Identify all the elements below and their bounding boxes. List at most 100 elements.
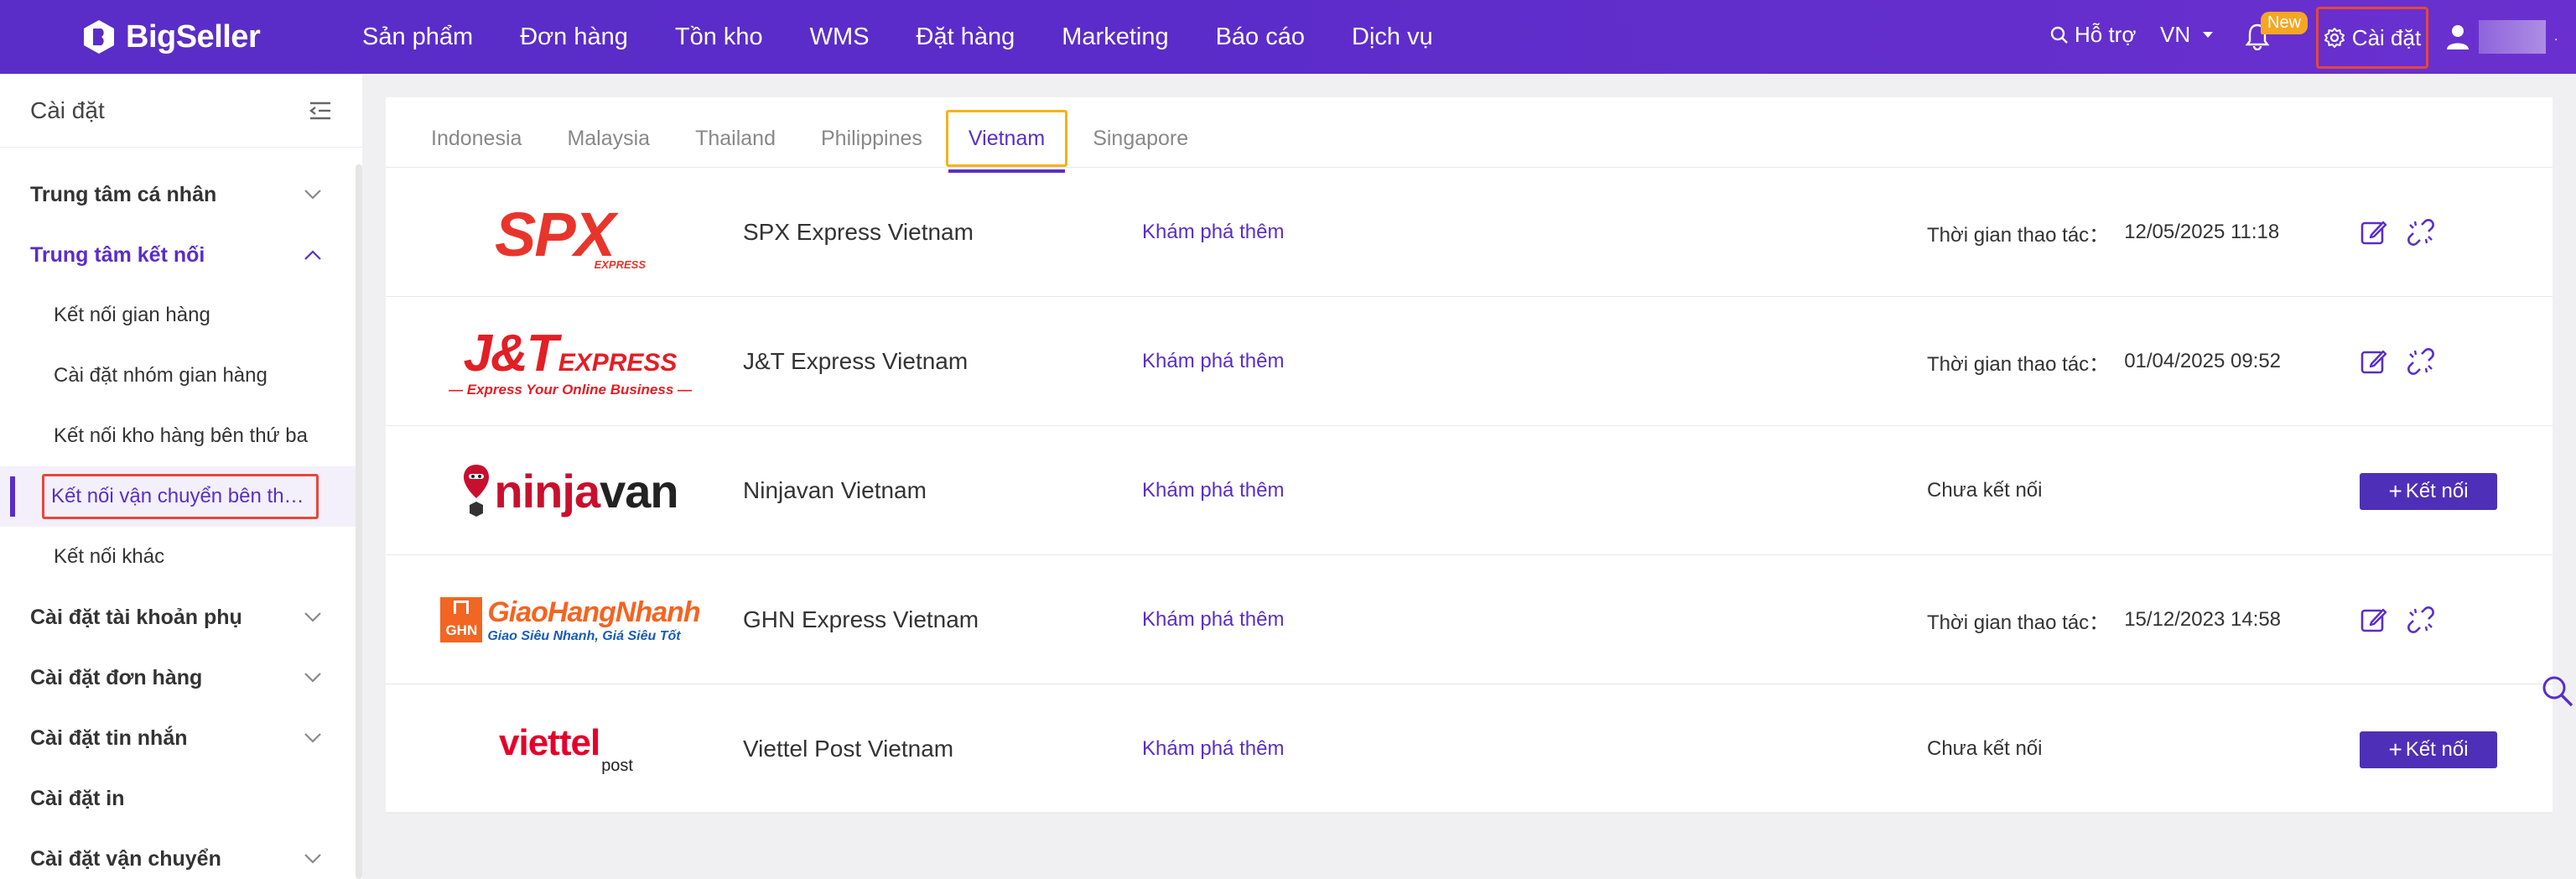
support-label: Hỗ trợ xyxy=(2075,22,2137,47)
caret-down-icon xyxy=(2203,31,2214,38)
ghn-logo-sub: Giao Siêu Nhanh, Giá Siêu Tốt xyxy=(487,628,681,643)
language-selector[interactable]: VN xyxy=(2160,22,2214,48)
settings-label: Cài đặt xyxy=(2351,24,2422,50)
jt-logo-tagline: — Express Your Online Business — xyxy=(448,382,693,398)
top-navigation-bar: BigSeller Sản phẩm Đơn hàng Tồn kho WMS … xyxy=(0,0,2576,74)
jt-logo-main: J&T xyxy=(463,325,558,382)
explore-link[interactable]: Khám phá thêm xyxy=(1142,684,1284,814)
logo-text: BigSeller xyxy=(126,18,261,55)
tab-philippines[interactable]: Philippines xyxy=(821,110,922,167)
new-badge: New xyxy=(2261,12,2309,34)
sidebar-item-subaccount-settings[interactable]: Cài đặt tài khoản phụ xyxy=(0,587,356,648)
edit-icon[interactable] xyxy=(2360,218,2388,247)
sidebar-item-message-settings[interactable]: Cài đặt tin nhắn xyxy=(0,708,356,768)
sidebar-subitem-label: Kết nối kho hàng bên thứ ba xyxy=(54,424,308,447)
gear-icon xyxy=(2324,28,2345,48)
unlink-icon[interactable] xyxy=(2407,606,2435,634)
row-actions xyxy=(2360,168,2435,297)
jt-logo-sub: EXPRESS xyxy=(558,349,678,377)
sidebar-item-label: Cài đặt vận chuyển xyxy=(30,846,221,871)
sidebar-item-order-settings[interactable]: Cài đặt đơn hàng xyxy=(0,648,356,708)
nav-products[interactable]: Sản phẩm xyxy=(362,23,473,51)
carrier-name: GHN Express Vietnam xyxy=(743,606,979,632)
operation-time: 01/04/2025 09:52 xyxy=(2124,350,2282,372)
edit-icon[interactable] xyxy=(2360,606,2388,634)
chevron-down-icon xyxy=(304,673,321,683)
settings-button[interactable]: Cài đặt xyxy=(2316,7,2428,69)
edit-icon[interactable] xyxy=(2360,347,2388,376)
sidebar-title: Cài đặt xyxy=(30,96,105,123)
carrier-name: Viettel Post Vietnam xyxy=(743,736,954,762)
row-actions xyxy=(2360,555,2435,684)
sidebar-item-personal-center[interactable]: Trung tâm cá nhân xyxy=(0,164,356,225)
sidebar-item-label: Cài đặt tin nhắn xyxy=(30,726,188,750)
operation-time: 15/12/2023 14:58 xyxy=(2124,608,2282,631)
tab-vietnam[interactable]: Vietnam xyxy=(945,110,1068,173)
carrier-name: Ninjavan Vietnam xyxy=(743,477,927,503)
sidebar-subitem-store-connection[interactable]: Kết nối gian hàng xyxy=(0,285,356,346)
bigseller-logo[interactable]: BigSeller xyxy=(80,17,261,57)
ninjavan-logo-main-b: van xyxy=(600,464,678,518)
connect-label: Kết nối xyxy=(2405,738,2469,761)
ninja-mascot-icon xyxy=(464,465,490,517)
user-menu[interactable]: . xyxy=(2445,20,2558,54)
support-link[interactable]: Hỗ trợ xyxy=(2049,22,2136,48)
nav-wms[interactable]: WMS xyxy=(810,23,870,51)
sidebar-item-label: Cài đặt in xyxy=(30,786,125,810)
operation-time: 12/05/2025 11:18 xyxy=(2124,221,2280,243)
plus-icon: + xyxy=(2388,478,2402,504)
sidebar-subitem-third-party-shipping[interactable]: Kết nối vận chuyển bên thứ ba xyxy=(0,466,356,527)
connect-button[interactable]: + Kết nối xyxy=(2360,473,2497,510)
status-label: Thời gian thao tác： xyxy=(1927,352,2110,376)
sidebar-subitem-other-connection[interactable]: Kết nối khác xyxy=(0,527,356,587)
settings-sidebar: Cài đặt Trung tâm cá nhân Trung tâm kết … xyxy=(0,74,362,879)
nav-purchase[interactable]: Đặt hàng xyxy=(917,23,1015,51)
sidebar-menu: Trung tâm cá nhân Trung tâm kết nối Kết … xyxy=(0,164,356,879)
ghn-logo-main: GiaoHangNhanh xyxy=(487,596,700,628)
nav-services[interactable]: Dịch vụ xyxy=(1352,23,1433,51)
connect-button[interactable]: + Kết nối xyxy=(2360,731,2497,768)
chevron-down-icon xyxy=(304,190,321,200)
ghn-logo: GHN GiaoHangNhanh Giao Siêu Nhanh, Giá S… xyxy=(440,572,701,668)
nav-reports[interactable]: Báo cáo xyxy=(1216,23,1305,51)
nav-marketing[interactable]: Marketing xyxy=(1062,23,1168,51)
carrier-row-spx: SPX EXPRESS SPX Express Vietnam Khám phá… xyxy=(386,168,2553,297)
row-actions xyxy=(2360,297,2435,426)
sidebar-item-connection-center[interactable]: Trung tâm kết nối xyxy=(0,225,356,285)
tab-singapore[interactable]: Singapore xyxy=(1093,110,1188,167)
sidebar-item-label: Cài đặt đơn hàng xyxy=(30,665,203,689)
sidebar-scrollbar[interactable] xyxy=(356,164,362,879)
spx-logo: SPX EXPRESS xyxy=(444,185,696,280)
sidebar-item-print-settings[interactable]: Cài đặt in xyxy=(0,768,356,829)
nav-orders[interactable]: Đơn hàng xyxy=(520,23,628,51)
unlink-icon[interactable] xyxy=(2407,218,2435,247)
unlink-icon[interactable] xyxy=(2407,347,2435,376)
carrier-status: Thời gian thao tác： 01/04/2025 09:52 xyxy=(1927,297,2281,426)
collapse-menu-icon[interactable] xyxy=(309,101,332,121)
spx-logo-sub: EXPRESS xyxy=(594,258,646,271)
sidebar-subitem-label: Kết nối vận chuyển bên thứ ba xyxy=(42,474,319,519)
tab-indonesia[interactable]: Indonesia xyxy=(431,110,522,167)
nav-inventory[interactable]: Tồn kho xyxy=(675,23,763,51)
plus-icon: + xyxy=(2388,736,2402,762)
tab-thailand[interactable]: Thailand xyxy=(695,110,776,167)
explore-link[interactable]: Khám phá thêm xyxy=(1142,297,1284,426)
chevron-down-icon xyxy=(304,733,321,743)
username-blurred xyxy=(2479,20,2546,54)
floating-search-icon[interactable] xyxy=(2541,674,2574,708)
status-label: Thời gian thao tác： xyxy=(1927,223,2110,247)
ghn-logo-box-label: GHN xyxy=(445,622,478,638)
sidebar-item-shipping-settings[interactable]: Cài đặt vận chuyển xyxy=(0,829,356,879)
carrier-status: Thời gian thao tác： 15/12/2023 14:58 xyxy=(1927,555,2281,684)
main-nav: Sản phẩm Đơn hàng Tồn kho WMS Đặt hàng M… xyxy=(362,0,1480,74)
tab-malaysia[interactable]: Malaysia xyxy=(567,110,650,167)
explore-link[interactable]: Khám phá thêm xyxy=(1142,426,1284,555)
sidebar-subitem-third-party-warehouse[interactable]: Kết nối kho hàng bên thứ ba xyxy=(0,406,356,466)
sidebar-subitem-label: Kết nối gian hàng xyxy=(54,304,210,326)
sidebar-subitem-store-group[interactable]: Cài đặt nhóm gian hàng xyxy=(0,346,356,406)
viettel-post-logo: viettel post xyxy=(444,701,696,797)
explore-link[interactable]: Khám phá thêm xyxy=(1142,555,1284,684)
explore-link[interactable]: Khám phá thêm xyxy=(1142,168,1284,297)
viettel-logo-sub: post xyxy=(601,757,633,775)
sidebar-item-label: Trung tâm kết nối xyxy=(30,242,205,267)
